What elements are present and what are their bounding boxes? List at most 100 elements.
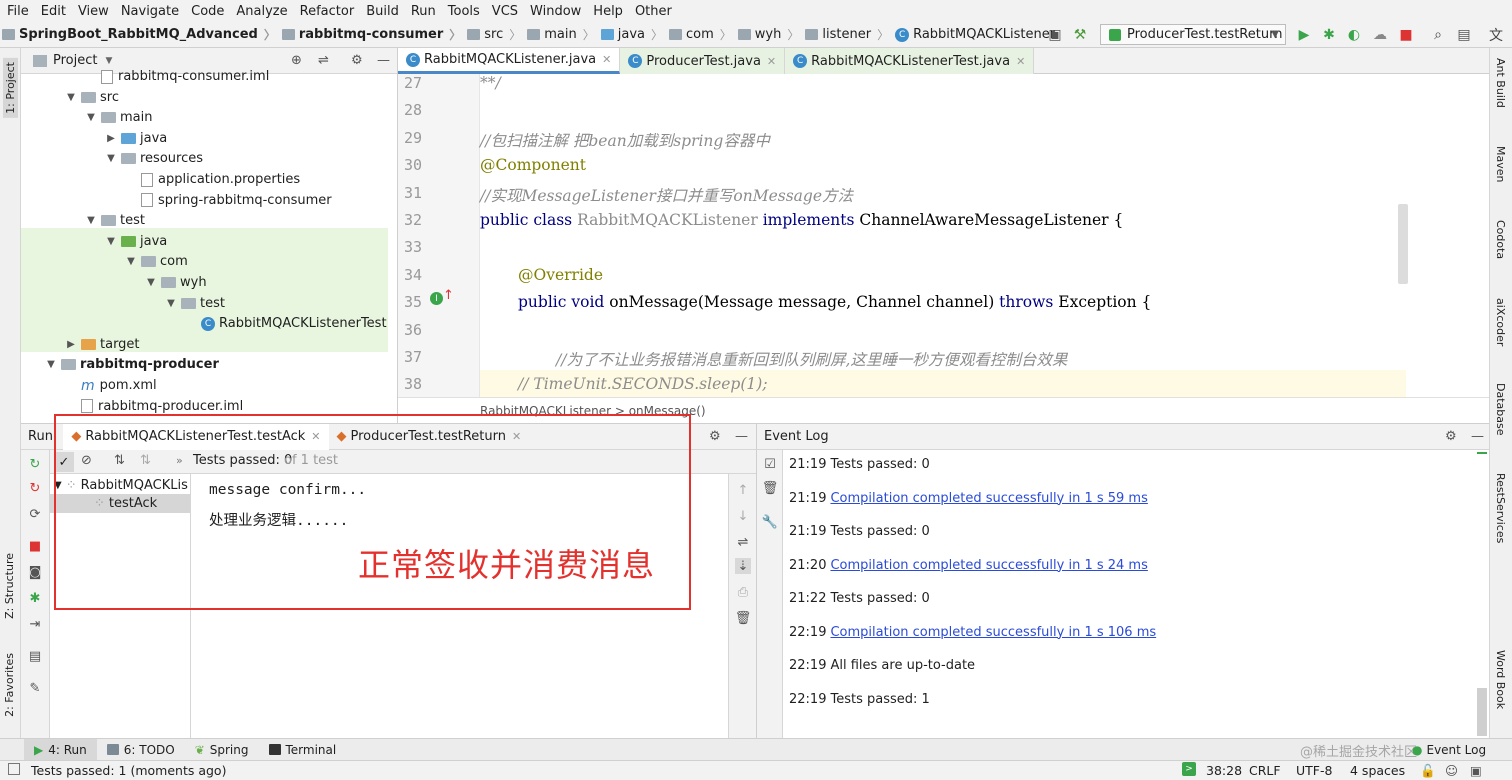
indent-setting[interactable]: 4 spaces <box>1350 763 1405 778</box>
wrench-icon[interactable]: 🔧 <box>762 514 778 530</box>
chevron-down-icon[interactable]: ▼ <box>125 256 137 267</box>
profile-icon[interactable]: ☁ <box>1372 27 1388 43</box>
caret-position[interactable]: 38:28 <box>1206 763 1242 778</box>
crumb-module[interactable]: rabbitmq-consumer 〉 <box>280 26 465 43</box>
menu-build[interactable]: Build <box>361 4 406 19</box>
menu-tools[interactable]: Tools <box>443 4 487 19</box>
tree-item[interactable]: ▼ java <box>105 231 167 252</box>
chevron-down-icon[interactable]: ▼ <box>105 153 117 164</box>
crumb-listener[interactable]: listener 〉 <box>803 26 893 43</box>
run-configuration-select[interactable]: ProducerTest.testReturn ▼ <box>1100 24 1286 45</box>
tool-tab-todo[interactable]: 6: TODO <box>97 739 185 761</box>
camera-icon[interactable]: ◙ <box>27 564 43 580</box>
inspector-icon[interactable]: ☺ <box>1445 763 1458 778</box>
chevron-down-icon[interactable]: ▼ <box>145 277 157 288</box>
tab-codota[interactable]: Codota <box>1494 220 1507 259</box>
tree-item[interactable]: ▼ test <box>165 293 225 314</box>
tree-item[interactable]: ▼ test <box>85 210 145 231</box>
minimize-icon[interactable]: — <box>377 53 390 68</box>
search-icon[interactable]: ⌕ <box>1430 27 1446 43</box>
tree-item[interactable]: ▼ wyh <box>145 272 206 293</box>
log-scrollbar[interactable] <box>1477 688 1487 736</box>
minimize-icon[interactable]: — <box>1471 429 1484 444</box>
tab-aixcoder[interactable]: aiXcoder <box>1494 298 1507 346</box>
tab-rabbitmqacklistenertest[interactable]: C RabbitMQACKListenerTest.java ✕ <box>785 48 1035 74</box>
minimize-icon[interactable]: — <box>735 429 748 444</box>
crumb-com[interactable]: com 〉 <box>667 26 736 43</box>
tab-structure[interactable]: Z: Structure <box>3 553 16 619</box>
update-icon[interactable]: ▤ <box>1456 27 1472 43</box>
build-hammer-icon[interactable]: ⚒ <box>1072 27 1088 43</box>
mark-read-icon[interactable]: ☑ <box>762 456 778 472</box>
crumb-java[interactable]: java 〉 <box>599 26 667 43</box>
tab-project[interactable]: 1: Project <box>3 58 18 118</box>
chevron-down-icon[interactable]: ▼ <box>165 298 177 309</box>
chevron-down-icon[interactable]: ▼ <box>85 112 97 123</box>
project-structure-icon[interactable]: ▣ <box>1047 27 1063 43</box>
tool-tab-spring[interactable]: ❦ Spring <box>185 739 259 761</box>
pin-icon[interactable]: ✎ <box>27 680 43 696</box>
implements-icon[interactable]: I <box>430 292 443 305</box>
chevron-right-icon[interactable]: ▶ <box>105 133 117 144</box>
tab-restservices[interactable]: RestServices <box>1494 473 1507 543</box>
tool-tab-terminal[interactable]: Terminal <box>259 739 347 761</box>
menu-edit[interactable]: Edit <box>36 4 73 19</box>
scroll-to-end-icon[interactable]: ⇣ <box>735 558 751 574</box>
collapse-icon[interactable]: ⇌ <box>318 53 329 68</box>
crumb-main[interactable]: main 〉 <box>525 26 599 43</box>
locate-icon[interactable]: ⊕ <box>291 53 302 68</box>
crumb-project[interactable]: SpringBoot_RabbitMQ_Advanced 〉 <box>0 26 280 43</box>
trash-icon[interactable]: 🗑 <box>762 480 779 496</box>
import-icon[interactable]: ⇥ <box>27 616 43 632</box>
tab-word-book[interactable]: Word Book <box>1494 650 1507 709</box>
toggle-auto-test-icon[interactable]: ⟳ <box>27 506 43 522</box>
code-editor[interactable]: 27 28 29 30 31 32 33 34 35 36 37 38 I ↑ **/ //包扫描注解 … <box>398 74 1489 397</box>
menu-analyze[interactable]: Analyze <box>231 4 294 19</box>
tab-database[interactable]: Database <box>1494 383 1507 436</box>
chevron-right-icon[interactable]: ▶ <box>65 339 77 350</box>
chevron-down-icon[interactable]: ▼ <box>105 236 117 247</box>
run-icon[interactable]: ▶ <box>1296 27 1312 43</box>
translate-icon[interactable]: 文 <box>1488 27 1504 44</box>
notifications-icon[interactable]: ▣ <box>1470 763 1482 778</box>
rerun-failed-icon[interactable]: ↻ <box>27 480 43 496</box>
line-separator[interactable]: CRLF <box>1249 763 1281 778</box>
menu-file[interactable]: File <box>2 4 36 19</box>
chevron-down-icon[interactable]: ▼ <box>85 215 97 226</box>
tab-ant-build[interactable]: Ant Build <box>1494 58 1507 108</box>
tree-item[interactable]: ▼ rabbitmq-producer <box>45 354 219 375</box>
tree-item[interactable]: ▶ target <box>65 334 139 355</box>
log-link[interactable]: Compilation completed successfully in 1 … <box>830 625 1156 640</box>
coverage-icon[interactable]: ◐ <box>1346 27 1362 43</box>
tool-tab-event-log[interactable]: ● Event Log <box>1412 739 1486 761</box>
tree-item[interactable]: ▼ com <box>125 251 188 272</box>
stop-icon[interactable]: ■ <box>27 538 43 554</box>
down-arrow-icon[interactable]: ↓ <box>735 508 751 524</box>
menu-help[interactable]: Help <box>588 4 630 19</box>
tree-item[interactable]: ▼ src <box>65 87 119 108</box>
debug-icon[interactable]: ✱ <box>1321 27 1337 43</box>
tree-item[interactable]: ▼ main <box>85 107 152 128</box>
print-icon[interactable]: ⎙ <box>735 584 751 600</box>
menu-navigate[interactable]: Navigate <box>116 4 186 19</box>
tab-producertest[interactable]: C ProducerTest.java ✕ <box>620 48 786 74</box>
chevron-down-icon[interactable]: ▼ <box>105 56 112 66</box>
tab-maven[interactable]: Maven <box>1494 146 1507 182</box>
tree-item[interactable]: m pom.xml <box>65 375 157 396</box>
gear-icon[interactable]: ⚙ <box>709 429 721 444</box>
menu-other[interactable]: Other <box>630 4 679 19</box>
tree-item[interactable]: ▼ resources <box>105 148 203 169</box>
rerun-icon[interactable]: ↻ <box>27 456 43 472</box>
menu-refactor[interactable]: Refactor <box>295 4 362 19</box>
close-icon[interactable]: ✕ <box>602 53 611 66</box>
menu-view[interactable]: View <box>73 4 116 19</box>
chevron-down-icon[interactable]: ▼ <box>65 92 77 103</box>
chevron-down-icon[interactable]: ▼ <box>45 359 57 370</box>
event-log-body[interactable]: 21:19 Tests passed: 0 21:19 Compilation com… <box>783 450 1489 738</box>
layout-icon[interactable]: ▤ <box>27 648 43 664</box>
menu-window[interactable]: Window <box>525 4 588 19</box>
log-link[interactable]: Compilation completed successfully in 1 … <box>830 558 1147 573</box>
tool-tab-run[interactable]: ▶ 4: Run <box>24 738 97 761</box>
debug-icon[interactable]: ✱ <box>27 590 43 606</box>
tree-item[interactable]: application.properties <box>125 169 300 190</box>
